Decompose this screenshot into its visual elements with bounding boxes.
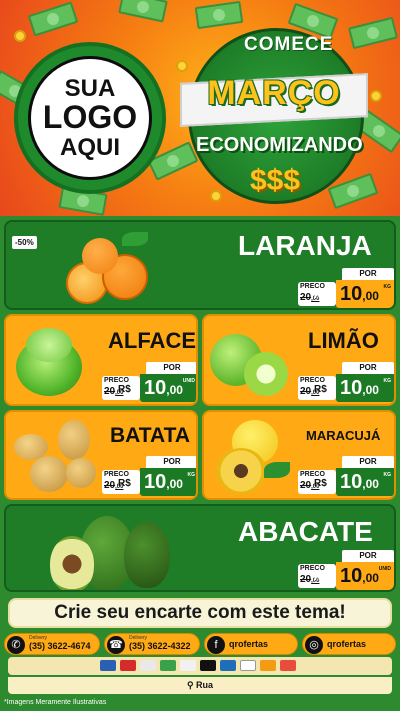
money-bill-decoration: [27, 1, 79, 37]
address-bar: ⚲ Rua: [8, 677, 392, 694]
new-price-box: R$ 10,00 KG: [314, 374, 394, 402]
instagram-icon: ◎: [305, 636, 323, 654]
logo-text-line-3: AQUI: [60, 133, 120, 161]
payment-card-icon: [160, 660, 176, 671]
mastercard-icon: [260, 660, 276, 671]
coin-decoration: [210, 190, 222, 202]
price-tag: POR PRECO 20,00 R$ 10,00 UNID: [102, 362, 196, 402]
dollar-signs: $$$: [250, 164, 301, 197]
product-card-maracuja[interactable]: MARACUJÁ POR PRECO 20,00 R$ 10,00 KG: [202, 410, 396, 500]
product-card-batata[interactable]: BATATA POR PRECO 20,00 R$ 10,00 KG: [4, 410, 198, 500]
coin-decoration: [14, 30, 26, 42]
header-banner: SUA LOGO AQUI COMECE MARÇO ECONOMIZANDO …: [0, 0, 400, 216]
logo-text-line-1: SUA: [64, 75, 116, 103]
phone-contact[interactable]: ☎ Delivery (35) 3622-4322: [104, 633, 200, 655]
price-tag: POR PRECO 20,00 R$ 10,00 KG: [102, 456, 196, 496]
payment-card-icon: [180, 660, 196, 671]
phone-icon: ☎: [107, 636, 125, 654]
new-price-box: R$ 10,00 UNID: [118, 374, 196, 402]
coin-decoration: [176, 60, 188, 72]
payment-methods: [8, 657, 392, 675]
phone-number: (35) 3622-4322: [129, 641, 191, 651]
disclaimer-note: *Imagens Meramente Ilustrativas: [4, 699, 107, 706]
por-label: POR: [342, 456, 394, 468]
orange-image: [62, 232, 162, 308]
price-tag: POR PRECO 20,00 R$ 10,00 KG: [298, 456, 394, 496]
payment-card-icon: [200, 660, 216, 671]
cta-text: Crie seu encarte com este tema!: [54, 602, 346, 623]
payment-card-icon: [220, 660, 236, 671]
product-name: ABACATE: [238, 516, 373, 547]
por-label: POR: [146, 362, 196, 374]
instagram-handle: qrofertas: [327, 639, 367, 649]
product-card-laranja[interactable]: -50% LARANJA POR PRECO 20,00 R$ 10,00 KG: [4, 220, 396, 310]
payment-card-icon: [120, 660, 136, 671]
product-name: MARACUJÁ: [306, 428, 381, 443]
price-tag: POR PRECO 20,00 R$ 10,00 UNID: [298, 550, 394, 590]
facebook-handle: qrofertas: [229, 639, 269, 649]
product-card-alface[interactable]: ALFACE POR PRECO 20,00 R$ 10,00 UNID: [4, 314, 198, 406]
whatsapp-contact[interactable]: ✆ Delivery (35) 3622-4674: [4, 633, 100, 655]
money-bill-decoration: [348, 16, 398, 50]
new-price-box: R$ 10,00 UNID: [314, 562, 394, 590]
payment-card-icon: [140, 660, 156, 671]
product-card-abacate[interactable]: ABACATE POR PRECO 20,00 R$ 10,00 UNID: [4, 504, 396, 592]
map-pin-icon: ⚲: [186, 680, 194, 690]
visa-icon: [240, 660, 256, 671]
payment-card-icon: [280, 660, 296, 671]
product-name: BATATA: [110, 424, 191, 447]
coin-decoration: [370, 90, 382, 102]
product-card-limao[interactable]: LIMÃO POR PRECO 20,00 R$ 10,00 KG: [202, 314, 396, 406]
new-price-box: R$ 10,00 KG: [118, 468, 196, 496]
money-bill-decoration: [118, 0, 168, 23]
lime-image: [208, 322, 292, 404]
instagram-contact[interactable]: ◎ qrofertas: [302, 633, 396, 655]
logo-text-line-2: LOGO: [42, 99, 138, 136]
discount-badge: -50%: [12, 236, 37, 249]
whatsapp-number: (35) 3622-4674: [29, 641, 91, 651]
payment-card-icon: [100, 660, 116, 671]
product-name: ALFACE: [108, 328, 196, 353]
por-label: POR: [342, 550, 394, 562]
avocado-image: [46, 508, 176, 590]
lettuce-image: [12, 324, 92, 402]
product-name: LIMÃO: [308, 328, 379, 353]
passion-fruit-image: [210, 418, 294, 498]
product-name: LARANJA: [238, 230, 372, 261]
price-tag: POR PRECO 20,00 R$ 10,00 KG: [298, 362, 394, 402]
potato-image: [10, 416, 102, 498]
price-tag: POR PRECO 20,00 R$ 10,00 KG: [298, 268, 394, 308]
cta-banner[interactable]: Crie seu encarte com este tema!: [8, 598, 392, 628]
por-label: POR: [342, 362, 394, 374]
whatsapp-icon: ✆: [7, 636, 25, 654]
new-price-box: R$ 10,00 KG: [314, 280, 394, 308]
new-price-box: R$ 10,00 KG: [314, 468, 394, 496]
facebook-icon: f: [207, 636, 225, 654]
logo-placeholder: SUA LOGO AQUI: [14, 42, 166, 194]
money-bill-decoration: [194, 0, 244, 30]
campaign-title-month: MARÇO: [207, 74, 341, 112]
facebook-contact[interactable]: f qrofertas: [204, 633, 298, 655]
campaign-line-comece: COMECE: [244, 34, 334, 55]
address-text: Rua: [196, 680, 214, 690]
por-label: POR: [342, 268, 394, 280]
campaign-line-economizando: ECONOMIZANDO: [196, 134, 363, 156]
por-label: POR: [146, 456, 196, 468]
